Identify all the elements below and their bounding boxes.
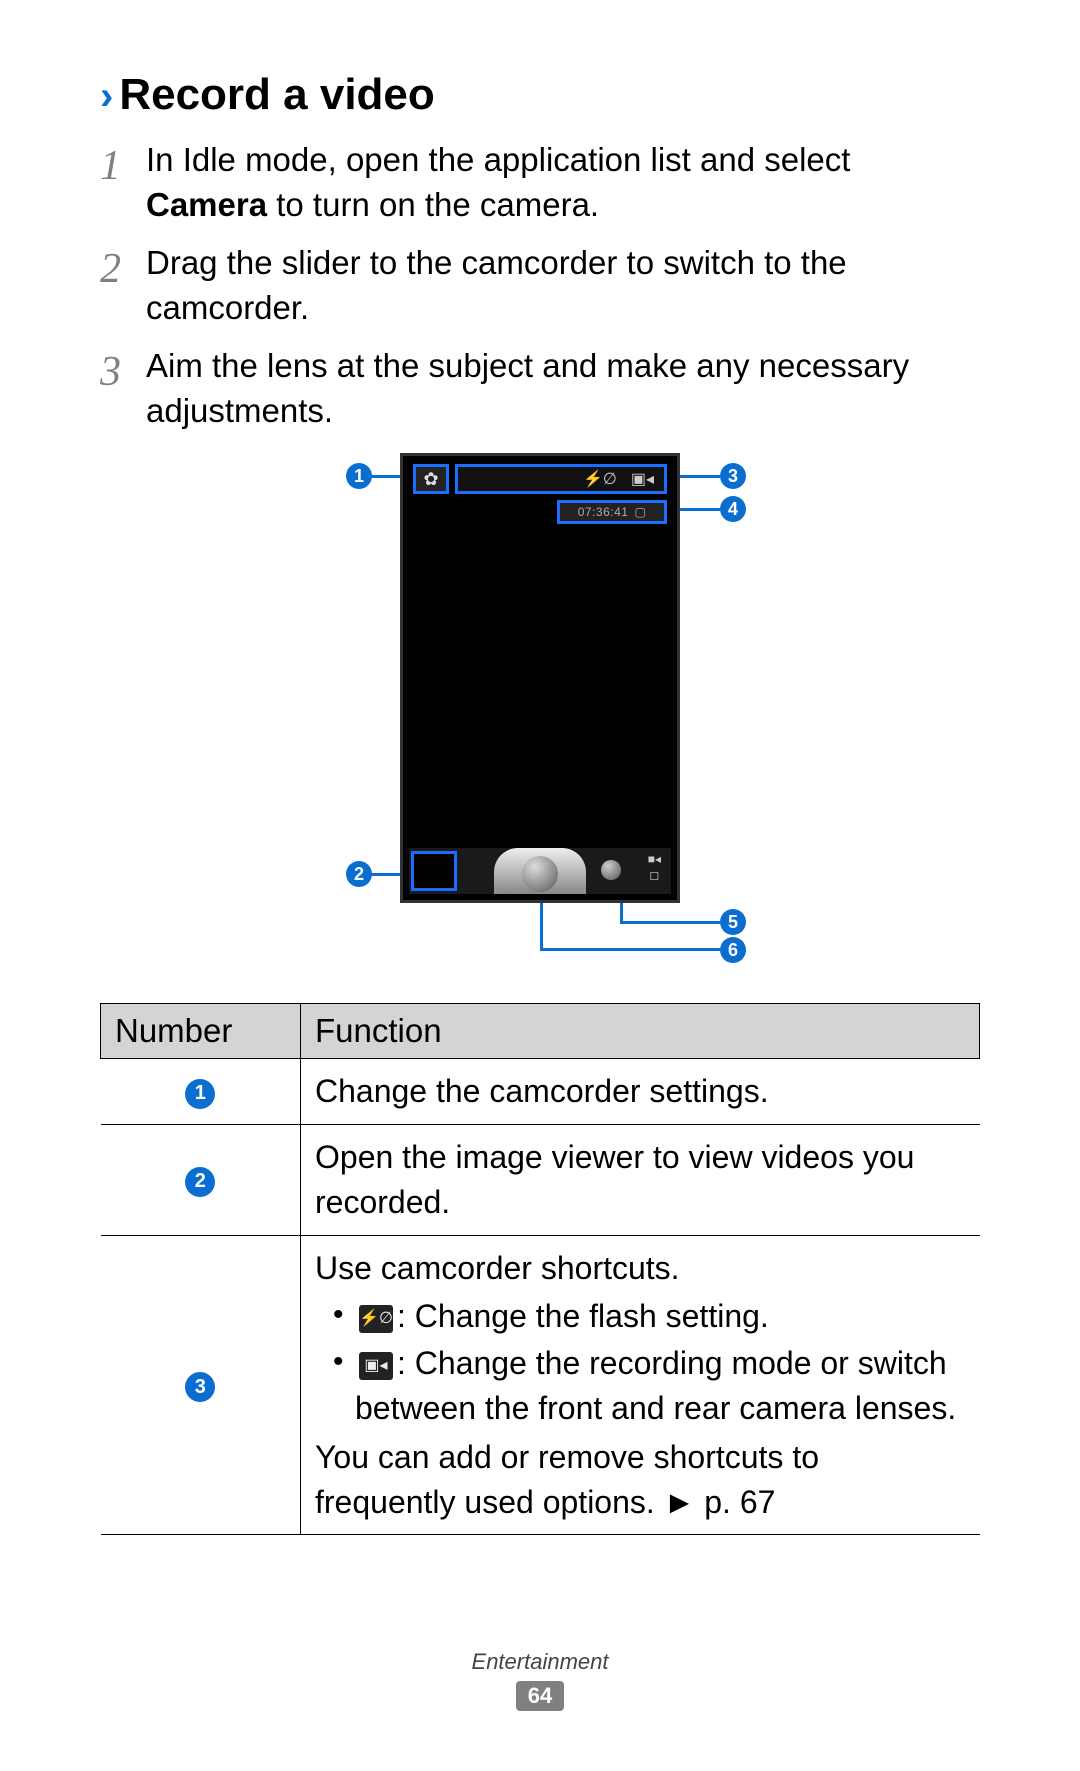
step-body: Drag the slider to the camcorder to swit… (146, 241, 980, 330)
step-list: 1 In Idle mode, open the application lis… (100, 138, 980, 433)
chevron-icon: › (100, 74, 113, 118)
gear-icon: ✿ (423, 469, 438, 490)
row-3-intro: Use camcorder shortcuts. (315, 1246, 966, 1291)
camcorder-icon: ▣◂ (359, 1352, 393, 1380)
row-1-badge: 1 (185, 1079, 215, 1109)
flash-off-icon: ⚡∅ (359, 1305, 393, 1333)
callout-3-badge: 3 (720, 463, 746, 489)
callout-line (540, 948, 720, 951)
callout-4-badge: 4 (720, 496, 746, 522)
step-body: In Idle mode, open the application list … (146, 138, 980, 227)
page-ref-arrow-icon: ► (664, 1484, 696, 1520)
settings-button[interactable]: ✿ (413, 464, 449, 494)
footer-category: Entertainment (0, 1649, 1080, 1675)
bullet-flash: ⚡∅: Change the flash setting. (333, 1294, 966, 1339)
callout-line (540, 898, 543, 950)
row-3-badge: 3 (185, 1372, 215, 1402)
bullet-mode: ▣◂: Change the recording mode or switch … (333, 1341, 966, 1431)
table-row: 2 Open the image viewer to view videos y… (101, 1125, 980, 1236)
row-3-bullets: ⚡∅: Change the flash setting. ▣◂: Change… (333, 1294, 966, 1430)
page-footer: Entertainment 64 (0, 1649, 1080, 1711)
timer-value: 07:36:41 (578, 505, 629, 519)
callout-line (680, 508, 720, 511)
row-3-outro: You can add or remove shortcuts to frequ… (315, 1435, 966, 1525)
video-mode-icon: ■◂ (648, 852, 661, 866)
callout-1-badge: 1 (346, 463, 372, 489)
function-table: Number Function 1 Change the camcorder s… (100, 1003, 980, 1535)
callout-2-badge: 2 (346, 861, 372, 887)
footer-page-number: 64 (516, 1681, 564, 1711)
shortcut-bar[interactable]: ⚡∅ ▣◂ (455, 464, 667, 494)
callout-line (620, 921, 720, 924)
col-number: Number (101, 1004, 301, 1059)
callout-6-badge: 6 (720, 937, 746, 963)
flash-off-icon: ⚡∅ (583, 469, 617, 489)
viewer-thumbnail[interactable] (411, 851, 457, 891)
camcorder-topbar: ✿ ⚡∅ ▣◂ (413, 464, 667, 494)
row-1-text: Change the camcorder settings. (301, 1059, 980, 1125)
step-number: 1 (100, 138, 146, 227)
row-2-badge: 2 (185, 1167, 215, 1197)
callout-line (680, 475, 720, 478)
heading-text: Record a video (119, 70, 434, 119)
mode-switch[interactable] (601, 860, 621, 880)
table-row: 3 Use camcorder shortcuts. ⚡∅: Change th… (101, 1235, 980, 1535)
step-2: 2 Drag the slider to the camcorder to sw… (100, 241, 980, 330)
step-body: Aim the lens at the subject and make any… (146, 344, 980, 433)
photo-mode-icon: ◻ (649, 868, 659, 882)
section-heading: ›Record a video (100, 70, 980, 120)
col-function: Function (301, 1004, 980, 1059)
callout-5-badge: 5 (720, 909, 746, 935)
recording-status: 07:36:41 ▢ (557, 500, 667, 524)
camcorder-bottombar: ■◂ ◻ (409, 848, 671, 894)
camcorder-icon: ▣◂ (631, 469, 654, 489)
step-3: 3 Aim the lens at the subject and make a… (100, 344, 980, 433)
record-slider[interactable] (494, 848, 586, 894)
camcorder-diagram: 1 3 4 2 5 6 ✿ ⚡∅ ▣◂ 07:36:41 ▢ (100, 453, 980, 963)
step-number: 2 (100, 241, 146, 330)
record-knob[interactable] (522, 856, 558, 892)
row-3-text: Use camcorder shortcuts. ⚡∅: Change the … (301, 1235, 980, 1535)
step-number: 3 (100, 344, 146, 433)
table-row: 1 Change the camcorder settings. (101, 1059, 980, 1125)
mode-icons: ■◂ ◻ (648, 852, 661, 882)
step-1: 1 In Idle mode, open the application lis… (100, 138, 980, 227)
row-2-text: Open the image viewer to view videos you… (301, 1125, 980, 1236)
phone-mockup: ✿ ⚡∅ ▣◂ 07:36:41 ▢ (400, 453, 680, 903)
storage-icon: ▢ (634, 505, 646, 519)
manual-page: ›Record a video 1 In Idle mode, open the… (0, 0, 1080, 1575)
